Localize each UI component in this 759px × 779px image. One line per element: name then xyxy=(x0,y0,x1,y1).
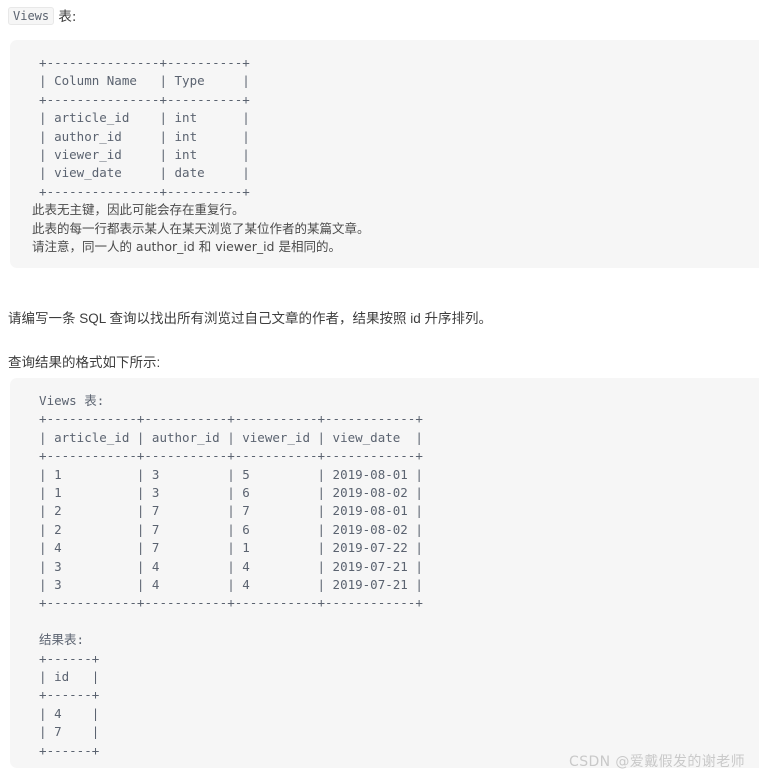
question-line-1: 请编写一条 SQL 查询以找出所有浏览过自己文章的作者，结果按照 id 升序排列… xyxy=(8,311,493,326)
example-code-block: Views 表: +------------+-----------+-----… xyxy=(10,378,759,768)
question-line-2: 查询结果的格式如下所示: xyxy=(8,355,161,370)
schema-code-block: +---------------+----------+ | Column Na… xyxy=(10,40,759,268)
page-root: Views 表: +---------------+----------+ | … xyxy=(0,0,759,779)
result-ascii-table: 结果表: +------+ | id | +------+ | 4 | | 7 … xyxy=(39,632,100,758)
views-example-ascii-table: Views 表: +------------+-----------+-----… xyxy=(39,393,423,611)
example-code-inner: Views 表: +------------+-----------+-----… xyxy=(10,378,759,768)
intro-line: Views 表: xyxy=(8,6,76,27)
inline-code-views: Views xyxy=(8,7,55,25)
schema-ascii-table: +---------------+----------+ | Column Na… xyxy=(39,55,250,199)
schema-notes: 此表无主键，因此可能会存在重复行。 此表的每一行都表示某人在某天浏览了某位作者的… xyxy=(31,202,370,255)
schema-code-inner: +---------------+----------+ | Column Na… xyxy=(10,40,759,266)
intro-suffix-label: 表: xyxy=(54,9,77,25)
